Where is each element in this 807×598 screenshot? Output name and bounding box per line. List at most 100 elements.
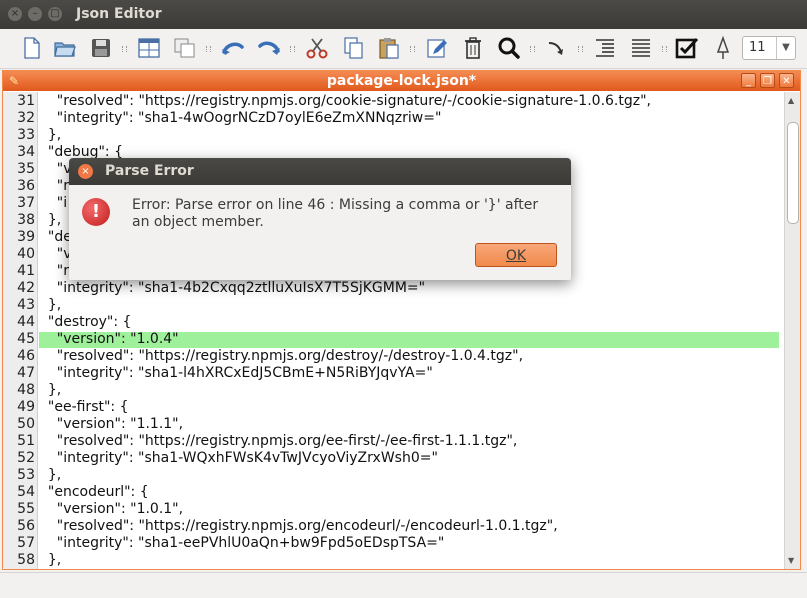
dialog-message: Error: Parse error on line 46 : Missing … xyxy=(132,197,539,230)
trash-icon[interactable] xyxy=(460,35,486,61)
ok-button[interactable]: OK xyxy=(475,243,557,267)
status-bar xyxy=(0,572,807,598)
code-line: }, xyxy=(39,382,62,398)
pin-icon[interactable] xyxy=(710,35,736,61)
window-titlebar: × – □ Json Editor xyxy=(0,0,807,29)
doc-close-icon[interactable]: ✕ xyxy=(779,73,794,88)
line-number: 54 xyxy=(17,484,35,500)
code-line: "resolved": "https://registry.npmjs.org/… xyxy=(39,348,524,364)
font-size-value: 11 xyxy=(749,40,766,55)
doc-minimize-icon[interactable]: _ xyxy=(741,73,756,88)
scroll-up-icon[interactable]: ▲ xyxy=(788,96,794,105)
code-line: }, xyxy=(39,552,62,568)
line-number: 36 xyxy=(17,178,35,194)
indent-icon[interactable] xyxy=(592,35,618,61)
close-icon[interactable]: × xyxy=(8,7,22,21)
cascade-icon[interactable] xyxy=(172,35,198,61)
font-size-select[interactable]: 11 ▼ xyxy=(742,36,796,60)
code-line: "resolved": "https://registry.npmjs.org/… xyxy=(39,433,518,449)
error-icon: ! xyxy=(82,198,110,226)
code-line: "i xyxy=(39,195,68,211)
line-number: 51 xyxy=(17,433,35,449)
maximize-icon[interactable]: □ xyxy=(48,7,62,21)
line-number: 58 xyxy=(17,552,35,568)
minimize-icon[interactable]: – xyxy=(28,7,42,21)
code-line: "encodeurl": { xyxy=(39,484,149,500)
line-number: 41 xyxy=(17,263,35,279)
code-line: "r xyxy=(39,263,69,279)
copy-icon[interactable] xyxy=(340,35,366,61)
line-number: 32 xyxy=(17,110,35,126)
code-line: }, xyxy=(39,467,62,483)
line-number: 42 xyxy=(17,280,35,296)
parse-error-dialog: × Parse Error ! Error: Parse error on li… xyxy=(69,158,571,280)
code-line: "v xyxy=(39,161,72,177)
code-line: "version": "1.0.1", xyxy=(39,501,184,517)
paste-icon[interactable] xyxy=(376,35,402,61)
code-line: "version": "1.0.4" xyxy=(39,331,179,347)
line-number: 53 xyxy=(17,467,35,483)
line-number: 55 xyxy=(17,501,35,517)
line-number: 33 xyxy=(17,127,35,143)
scroll-down-icon[interactable]: ▼ xyxy=(788,556,794,565)
undo-icon[interactable] xyxy=(220,35,246,61)
dialog-titlebar: × Parse Error xyxy=(69,158,571,185)
tile-icon[interactable] xyxy=(136,35,162,61)
line-number: 37 xyxy=(17,195,35,211)
line-number: 35 xyxy=(17,161,35,177)
save-icon[interactable] xyxy=(88,35,114,61)
search-icon[interactable] xyxy=(496,35,522,61)
new-file-icon[interactable] xyxy=(18,35,44,61)
chevron-down-icon[interactable]: ▼ xyxy=(776,37,795,59)
scrollbar-thumb[interactable] xyxy=(787,122,799,224)
app-title: Json Editor xyxy=(76,6,162,22)
toolbar-separator xyxy=(206,46,211,52)
code-line: "integrity": "sha1-4b2Cxqq2ztlluXuIsX7T5… xyxy=(39,280,426,296)
code-line: "destroy": { xyxy=(39,314,132,330)
scissors-icon[interactable] xyxy=(304,35,330,61)
line-number: 47 xyxy=(17,365,35,381)
toolbar-separator xyxy=(662,46,667,52)
align-icon[interactable] xyxy=(628,35,654,61)
code-line: }, xyxy=(39,297,62,313)
code-line: "resolved": "https://registry.npmjs.org/… xyxy=(39,518,558,534)
code-line: "integrity": "sha1-l4hXRCxEdJ5CBmE+N5RiB… xyxy=(39,365,433,381)
line-number: 48 xyxy=(17,382,35,398)
toolbar-separator xyxy=(122,46,127,52)
document-window: ✎ package-lock.json* _ ❐ ✕ 31 32 33 34 35 36 3… xyxy=(2,70,801,570)
line-number: 34 xyxy=(17,144,35,160)
code-line: "de xyxy=(39,229,72,245)
dialog-title: Parse Error xyxy=(105,163,194,179)
line-number: 56 xyxy=(17,518,35,534)
code-line: "r xyxy=(39,178,69,194)
checkbox-icon[interactable] xyxy=(674,35,700,61)
line-number: 49 xyxy=(17,399,35,415)
redo-icon[interactable] xyxy=(256,35,282,61)
line-number: 31 xyxy=(17,93,35,109)
line-number: 45 xyxy=(17,331,35,347)
pencil-icon[interactable] xyxy=(424,35,450,61)
goto-icon[interactable] xyxy=(544,35,570,61)
toolbar-separator xyxy=(410,46,415,52)
line-number: 38 xyxy=(17,212,35,228)
line-number: 39 xyxy=(17,229,35,245)
line-number: 40 xyxy=(17,246,35,262)
code-line: "integrity": "sha1-eePVhlU0aQn+bw9Fpd5oE… xyxy=(39,535,445,551)
doc-restore-icon[interactable]: ❐ xyxy=(760,73,775,88)
line-number: 46 xyxy=(17,348,35,364)
code-line: }, xyxy=(39,127,62,143)
code-line: "integrity": "sha1-WQxhFWsK4vTwJVcyoViyZ… xyxy=(39,450,438,466)
folder-open-icon[interactable] xyxy=(52,35,78,61)
vertical-scrollbar[interactable]: ▲ ▼ xyxy=(784,92,800,569)
toolbar-separator xyxy=(290,46,295,52)
toolbar-separator xyxy=(530,46,535,52)
line-number: 57 xyxy=(17,535,35,551)
dialog-close-icon[interactable]: × xyxy=(78,164,93,179)
line-number: 52 xyxy=(17,450,35,466)
document-titlebar: ✎ package-lock.json* _ ❐ ✕ xyxy=(3,71,800,91)
line-number-gutter: 31 32 33 34 35 36 37 38 39 40 41 42 43 44 45 46 47 48 49 50… xyxy=(3,92,38,569)
line-number: 44 xyxy=(17,314,35,330)
code-line: "resolved": "https://registry.npmjs.org/… xyxy=(39,93,651,109)
line-number: 50 xyxy=(17,416,35,432)
code-line: "integrity": "sha1-4wOogrNCzD7oylE6eZmXN… xyxy=(39,110,442,126)
